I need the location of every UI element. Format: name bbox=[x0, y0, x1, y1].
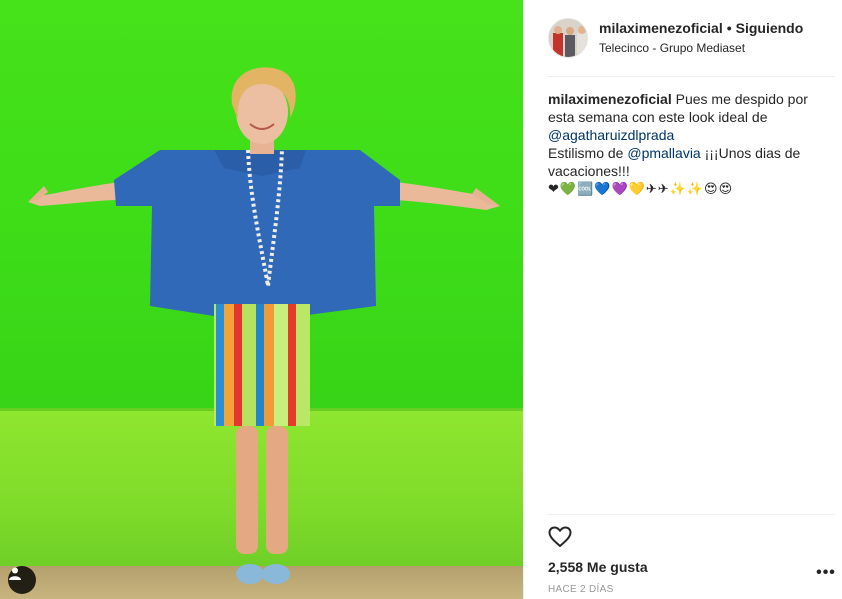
heart-outline-icon bbox=[548, 526, 572, 547]
post-timestamp: HACE 2 DÍAS bbox=[548, 584, 614, 595]
avatar-image bbox=[549, 19, 587, 57]
more-options-button[interactable]: ••• bbox=[815, 564, 837, 581]
header-line: milaximenezoficial • Siguiendo bbox=[599, 20, 803, 36]
caption-text: Estilismo de bbox=[548, 145, 628, 161]
emoji: 💛 bbox=[628, 181, 645, 196]
emoji: ❤ bbox=[548, 181, 559, 196]
emoji: ✈ bbox=[645, 181, 657, 196]
avatar[interactable] bbox=[548, 18, 588, 58]
emoji: 😍 bbox=[704, 181, 718, 196]
location-link[interactable]: Telecinco - Grupo Mediaset bbox=[599, 41, 745, 55]
woman-figure bbox=[28, 67, 500, 584]
caption-emojis: ❤💚🆒💙💜💛✈✈✨✨😍😍 bbox=[548, 180, 836, 198]
user-tag-button[interactable] bbox=[8, 566, 36, 594]
mention-link-agatharuizdlprada[interactable]: @agatharuizdlprada bbox=[548, 127, 674, 143]
emoji: 🆒 bbox=[577, 181, 594, 196]
caption-username-link[interactable]: milaximenezoficial bbox=[548, 91, 672, 107]
divider bbox=[547, 514, 835, 515]
emoji: 💚 bbox=[559, 181, 577, 196]
username-link[interactable]: milaximenezoficial bbox=[599, 20, 723, 36]
separator-dot: • bbox=[726, 20, 732, 36]
emoji: ✨ bbox=[669, 181, 686, 196]
mention-link-pmallavia[interactable]: @pmallavia bbox=[627, 145, 700, 161]
post-details-panel: milaximenezoficial • Siguiendo Telecinco -… bbox=[523, 0, 842, 599]
following-button[interactable]: Siguiendo bbox=[736, 20, 804, 36]
emoji: ✨ bbox=[686, 181, 704, 196]
emoji: ✈ bbox=[657, 181, 669, 196]
post-caption: milaximenezoficial Pues me despido por e… bbox=[548, 90, 836, 198]
more-options-icon: ••• bbox=[816, 564, 836, 581]
user-tag-icon bbox=[9, 567, 21, 580]
post-header: milaximenezoficial • Siguiendo Telecinco -… bbox=[524, 0, 842, 77]
emoji: 💜 bbox=[611, 181, 628, 196]
like-button[interactable] bbox=[546, 524, 574, 550]
emoji: 😍 bbox=[718, 181, 733, 196]
post-photo[interactable] bbox=[0, 0, 523, 599]
likes-count[interactable]: 2,558 Me gusta bbox=[548, 559, 648, 575]
emoji: 💙 bbox=[594, 181, 611, 196]
divider bbox=[547, 76, 835, 77]
